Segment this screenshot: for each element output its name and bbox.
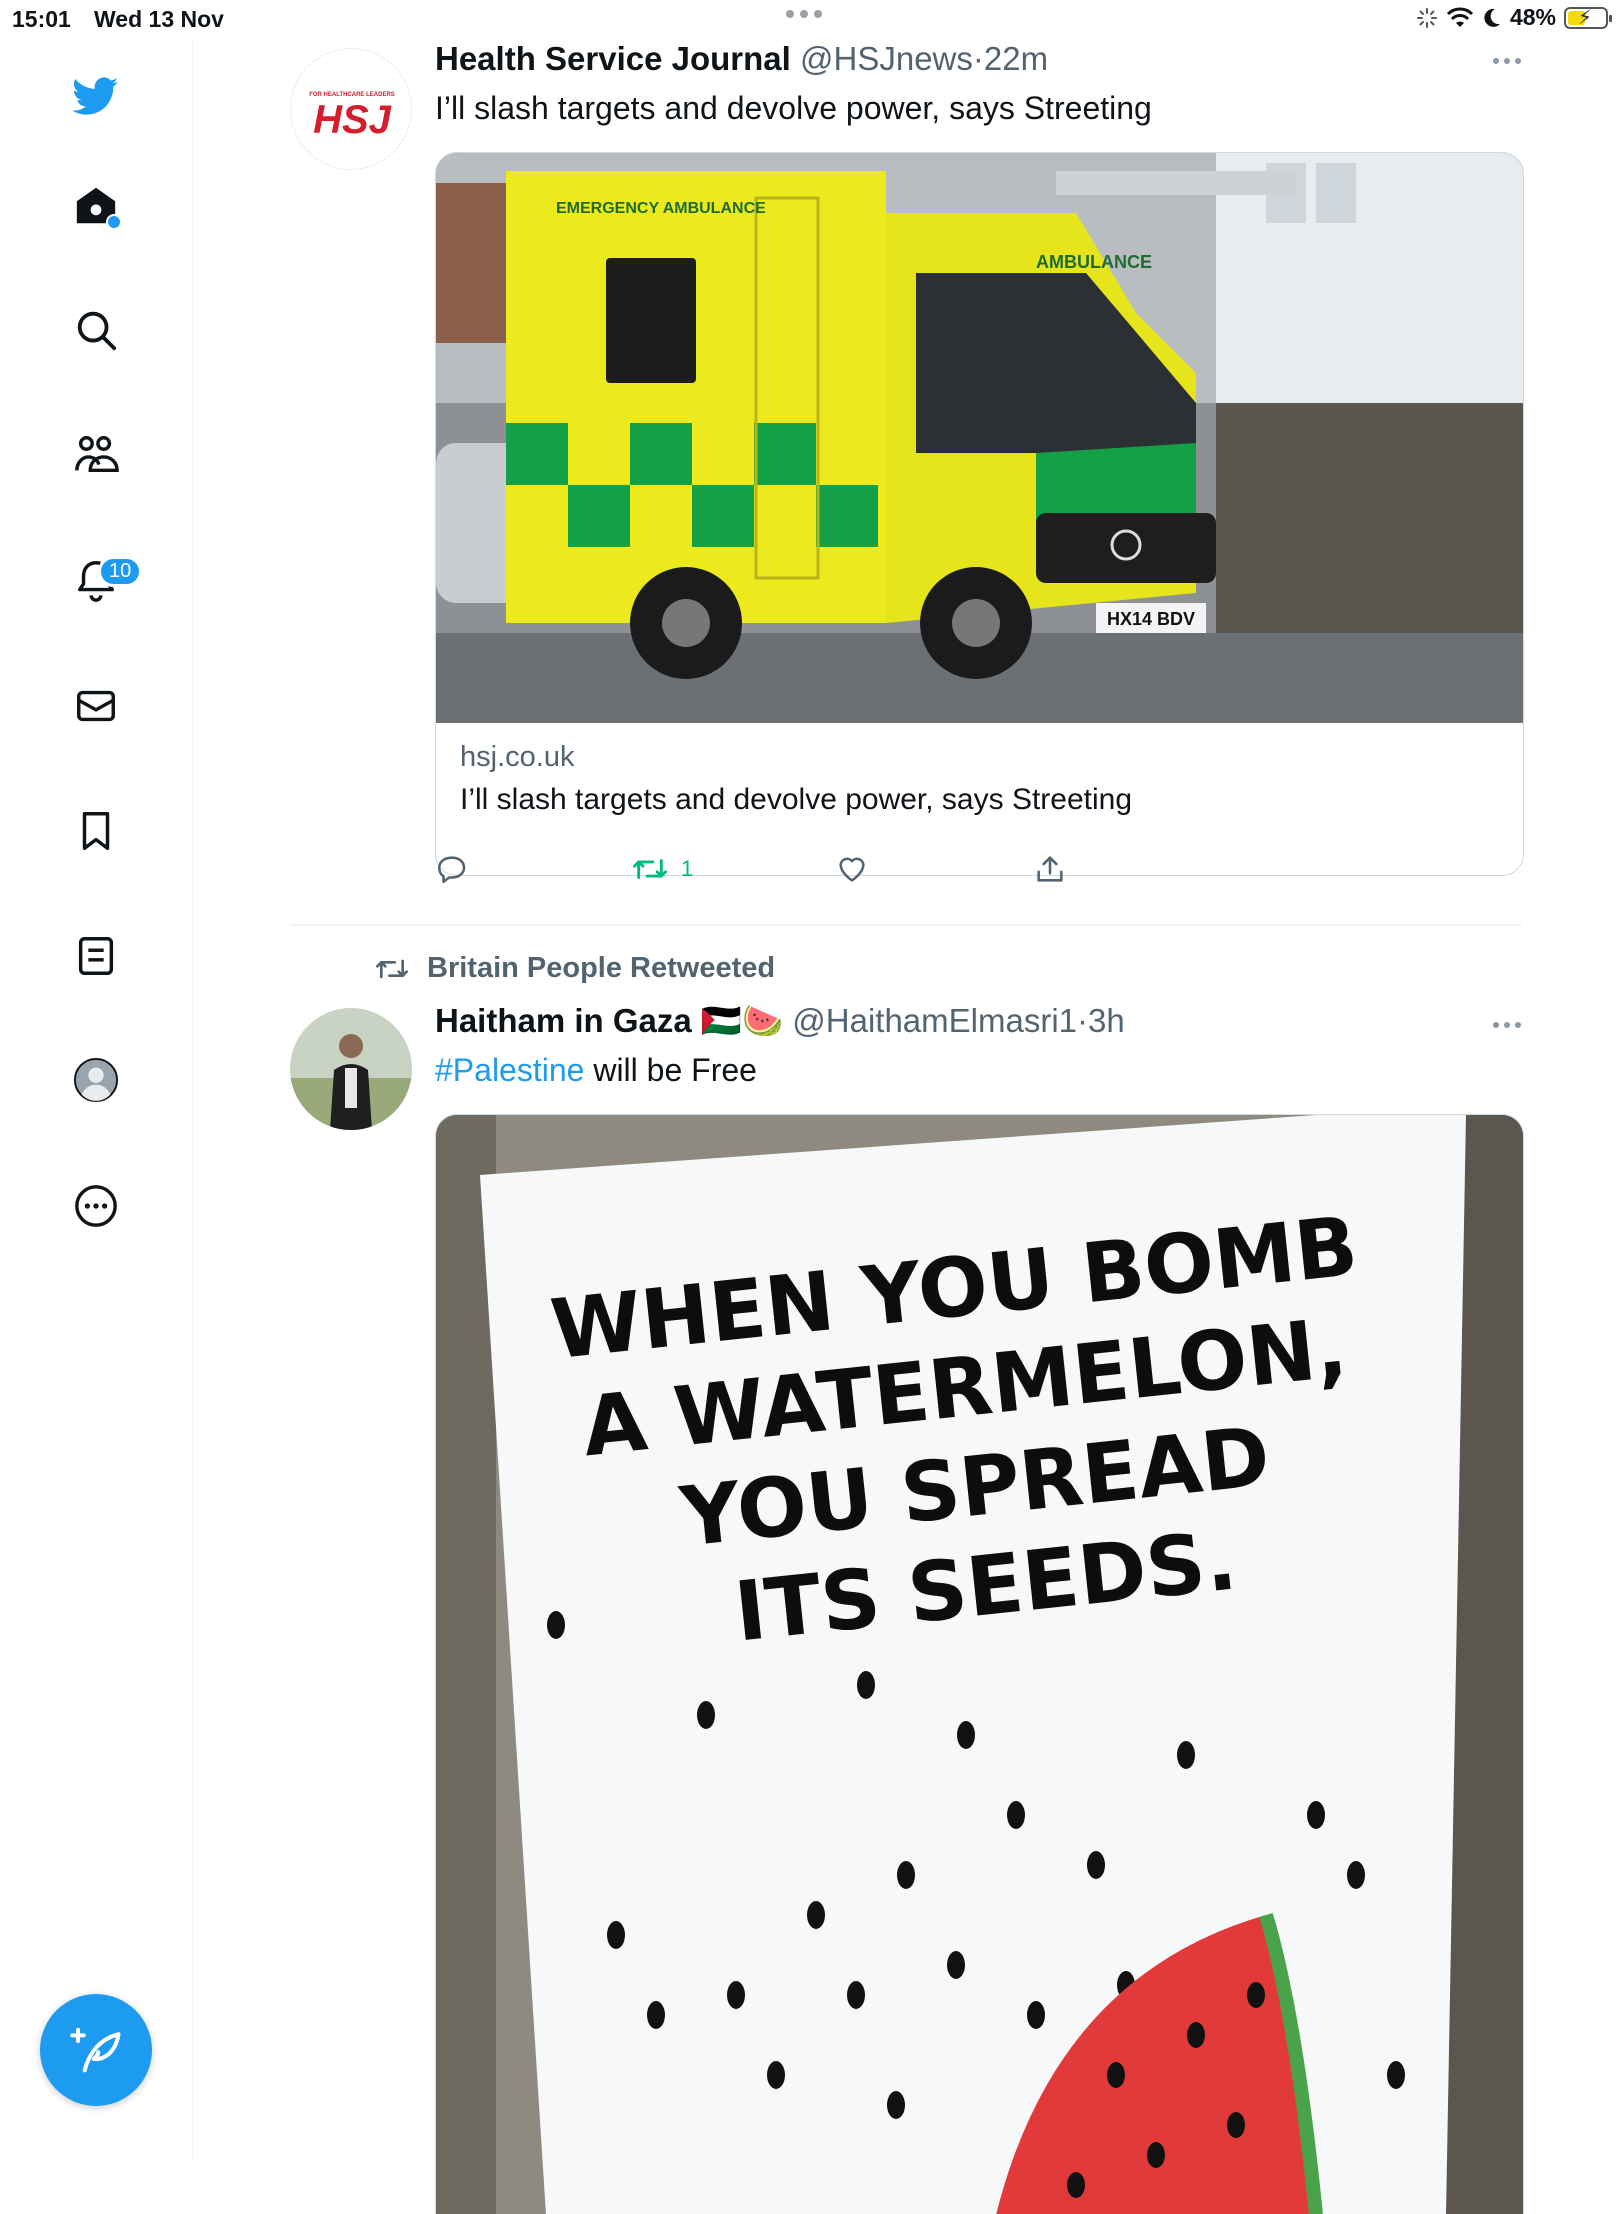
tweet-time[interactable]: 22m — [984, 40, 1048, 77]
multitasking-dots-icon[interactable] — [786, 10, 822, 18]
card-domain: hsj.co.uk — [460, 741, 575, 773]
tweet-header: Health Service Journal @HSJnews·22m — [435, 40, 1048, 78]
more-circle-icon — [75, 1185, 117, 1227]
sidebar-item-more[interactable] — [66, 1176, 126, 1236]
tweet-more-button[interactable] — [1493, 1022, 1521, 1028]
tweet-header: Haitham in Gaza 🇵🇸🍉 @HaithamElmasri1·3h — [435, 1002, 1125, 1041]
home-unread-dot — [106, 214, 122, 230]
retweet-count: 1 — [681, 856, 694, 881]
list-icon — [78, 937, 114, 975]
tweet-text: #Palestine will be Free — [435, 1052, 757, 1089]
meta-separator: · — [972, 40, 984, 77]
wifi-icon — [1446, 7, 1474, 27]
moon-icon — [1484, 8, 1500, 27]
tweet-text: I’ll slash targets and devolve power, sa… — [435, 90, 1152, 126]
hashtag-link[interactable]: #Palestine — [435, 1052, 584, 1088]
status-indicators: 48% ⚡ — [1416, 4, 1612, 31]
tweet-text-rest: will be Free — [584, 1052, 757, 1088]
sidebar-item-communities[interactable] — [66, 425, 126, 485]
sidebar-item-bookmarks[interactable] — [66, 801, 126, 861]
profile-avatar-icon — [73, 1057, 119, 1103]
status-time: 15:01 — [12, 6, 71, 32]
timeline: FOR HEALTHCARE LEADERS HSJ Health Servic… — [193, 40, 1620, 2214]
ambulance-photo: HX14 BDV EMERGENCY AMBULANCE AMBULANCE — [436, 153, 1523, 723]
tweet-divider — [290, 924, 1522, 926]
haitham-avatar[interactable] — [290, 1008, 412, 1130]
notifications-count-badge: 10 — [98, 556, 143, 587]
ambulance-side-label: EMERGENCY AMBULANCE — [556, 200, 766, 217]
ambulance-front-label: AMBULANCE — [1036, 252, 1152, 272]
sidebar-item-profile[interactable] — [66, 1050, 126, 1110]
tweet-media-image[interactable]: WHEN YOU BOMB A WATERMELON, YOU SPREAD I… — [435, 1114, 1524, 2214]
like-button[interactable] — [835, 852, 881, 886]
bookmark-icon — [82, 812, 110, 850]
retweeted-by-label[interactable]: Britain People Retweeted — [427, 952, 775, 985]
retweet-icon — [376, 959, 408, 978]
hsj-logo: HSJ — [313, 98, 392, 142]
social-context: Britain People Retweeted — [373, 952, 775, 985]
watermelon-sign-photo: WHEN YOU BOMB A WATERMELON, YOU SPREAD I… — [436, 1115, 1523, 2214]
reply-icon — [437, 856, 466, 884]
share-button[interactable] — [1033, 852, 1079, 886]
reply-button[interactable] — [435, 852, 481, 886]
ambulance-plate: HX14 BDV — [1107, 609, 1195, 629]
status-date: Wed 13 Nov — [94, 6, 224, 32]
retweet-button[interactable]: 1 — [631, 852, 693, 886]
author-name-emojis: 🇵🇸🍉 — [700, 1002, 784, 1039]
sidebar-item-messages[interactable] — [66, 676, 126, 736]
hsj-avatar[interactable]: FOR HEALTHCARE LEADERS HSJ — [290, 48, 412, 170]
author-handle[interactable]: @HaithamElmasri1 — [792, 1002, 1077, 1039]
compose-tweet-button[interactable] — [40, 1994, 152, 2106]
loading-spinner-icon — [1416, 7, 1437, 28]
twitter-bird-icon[interactable] — [66, 66, 126, 126]
communities-icon — [75, 436, 119, 473]
sidebar-nav: 10 — [0, 40, 193, 2160]
mail-icon — [77, 690, 115, 722]
sidebar-item-explore[interactable] — [66, 300, 126, 360]
tweet-time[interactable]: 3h — [1088, 1002, 1125, 1039]
share-icon — [1037, 856, 1063, 882]
compose-feather-icon — [70, 2027, 121, 2073]
card-title: I’ll slash targets and devolve power, sa… — [460, 783, 1133, 816]
search-icon — [77, 311, 117, 351]
heart-icon — [839, 857, 865, 882]
battery-percent: 48% — [1509, 4, 1556, 30]
meta-separator: · — [1077, 1002, 1089, 1039]
author-handle[interactable]: @HSJnews — [800, 40, 973, 77]
link-card[interactable]: HX14 BDV EMERGENCY AMBULANCE AMBULANCE h… — [435, 152, 1524, 876]
status-bar: 15:01 Wed 13 Nov 48% ⚡ — [0, 0, 1620, 40]
battery-icon: ⚡ — [1564, 6, 1612, 29]
retweet-icon — [633, 859, 667, 879]
author-name[interactable]: Haitham in Gaza — [435, 1002, 692, 1039]
sidebar-item-lists[interactable] — [66, 926, 126, 986]
author-name[interactable]: Health Service Journal — [435, 40, 791, 77]
tweet-more-button[interactable] — [1493, 58, 1521, 64]
